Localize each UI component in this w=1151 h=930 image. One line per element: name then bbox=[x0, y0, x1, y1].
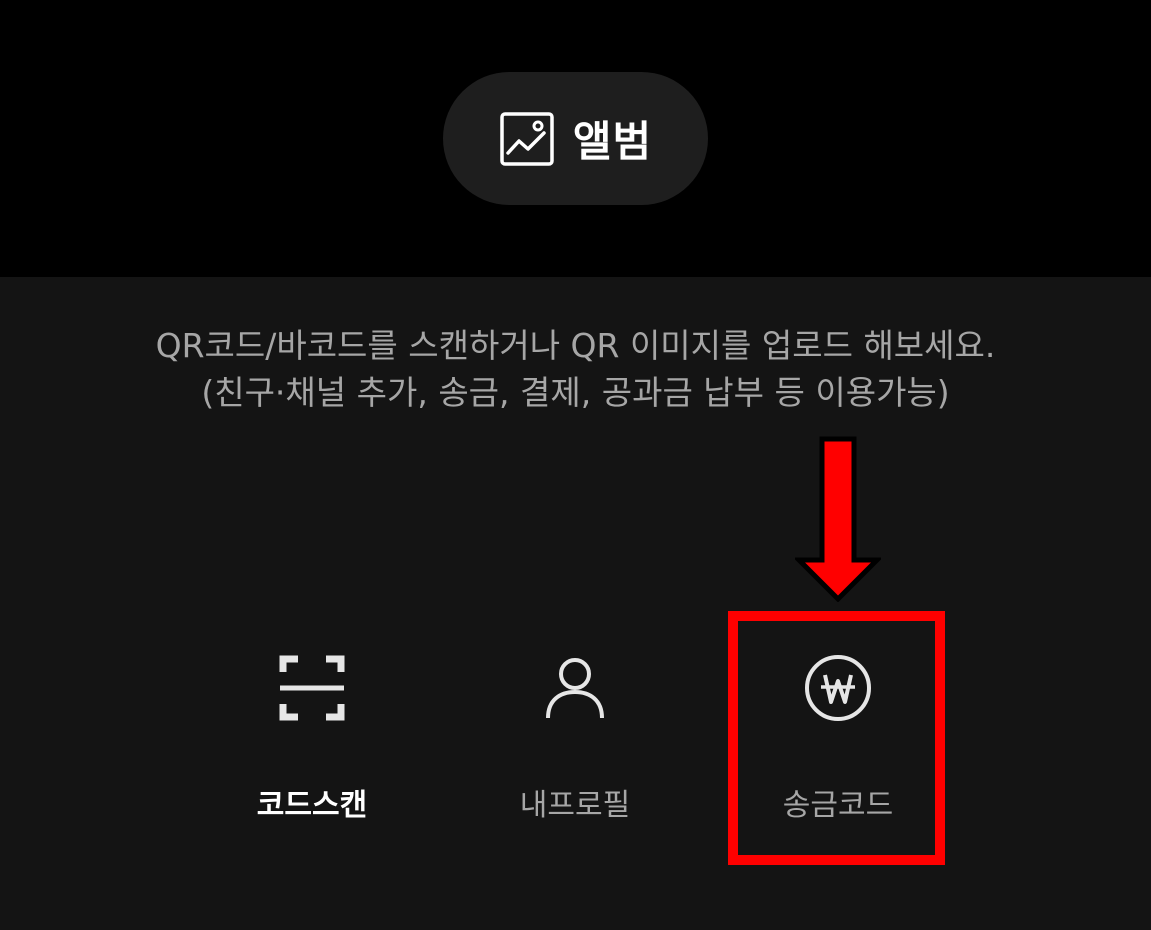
scan-frame-icon bbox=[279, 655, 345, 721]
tab-code-scan[interactable]: 코드스캔 bbox=[212, 640, 412, 840]
scan-description: QR코드/바코드를 스캔하거나 QR 이미지를 업로드 해보세요. (친구·채널… bbox=[0, 322, 1151, 416]
annotation-arrow-down-icon bbox=[795, 436, 881, 602]
person-icon bbox=[546, 658, 604, 719]
album-label: 앨범 bbox=[572, 117, 653, 166]
tab-my-profile[interactable]: 내프로필 bbox=[475, 640, 675, 840]
description-line-1: QR코드/바코드를 스캔하거나 QR 이미지를 업로드 해보세요. bbox=[155, 326, 996, 365]
album-button[interactable]: 앨범 bbox=[443, 72, 708, 205]
tab-my-profile-label: 내프로필 bbox=[519, 788, 631, 823]
tab-code-scan-label: 코드스캔 bbox=[256, 788, 368, 823]
annotation-highlight-box bbox=[728, 611, 945, 865]
description-line-2: (친구·채널 추가, 송금, 결제, 공과금 납부 등 이용가능) bbox=[201, 373, 950, 412]
image-icon bbox=[500, 111, 554, 166]
